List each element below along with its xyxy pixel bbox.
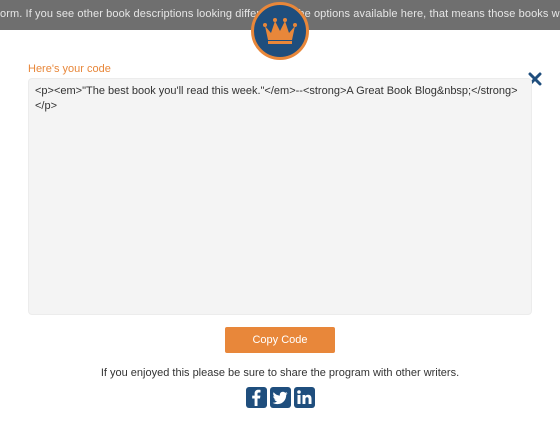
twitter-share-button[interactable] [270,387,291,408]
linkedin-icon [297,390,312,404]
copy-code-button[interactable]: Copy Code [225,327,335,353]
linkedin-share-button[interactable] [294,387,315,408]
share-message: If you enjoyed this please be sure to sh… [100,367,460,379]
crown-logo [251,2,309,60]
facebook-icon [252,389,261,406]
code-textarea[interactable] [28,78,532,315]
facebook-share-button[interactable] [246,387,267,408]
social-share-bar [246,387,315,408]
twitter-icon [272,391,288,405]
code-label: Here's your code [28,63,111,75]
crown-icon [263,18,297,44]
